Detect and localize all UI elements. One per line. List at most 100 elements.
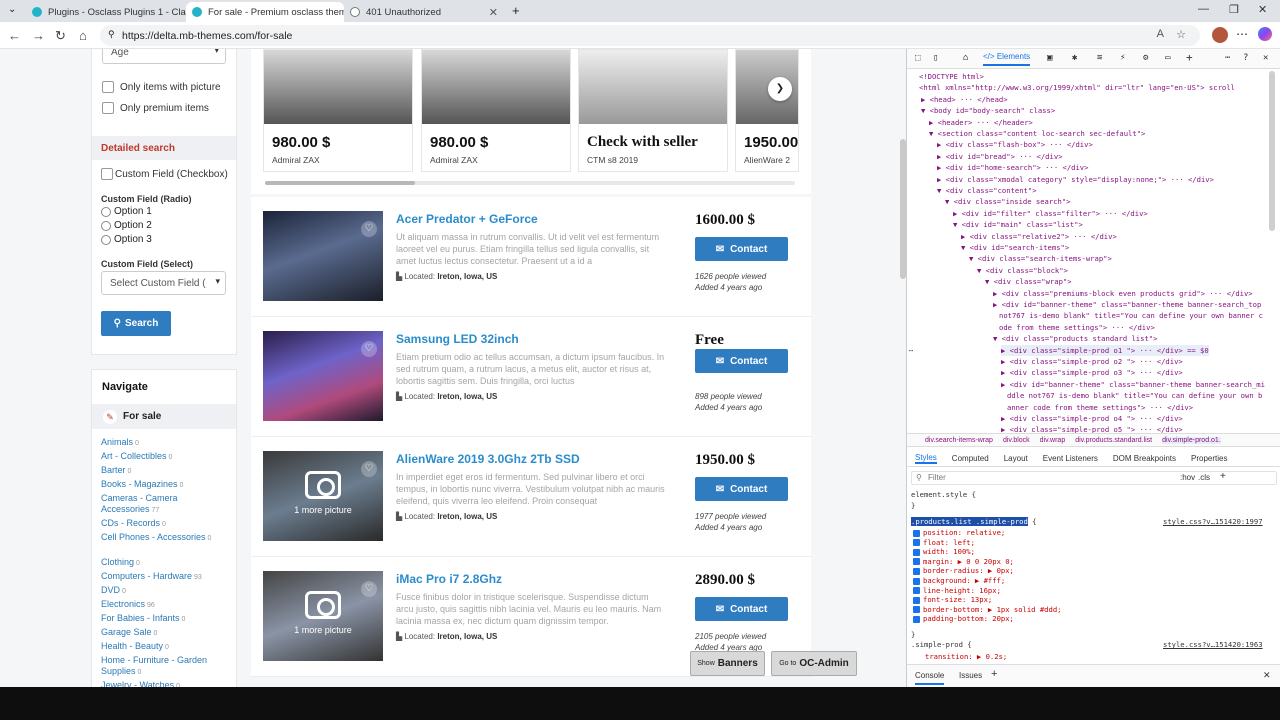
dom-node[interactable]: ▶ <div class="relative2"> ··· </div> xyxy=(961,231,1117,242)
custom-select[interactable]: Select Custom Field ( ▾ xyxy=(101,271,226,295)
property-checkbox[interactable] xyxy=(913,548,920,556)
only-premium-checkbox[interactable]: Only premium items xyxy=(102,102,209,114)
property-checkbox[interactable] xyxy=(913,577,920,585)
styles-tab[interactable]: Computed xyxy=(952,454,989,463)
radio-circle[interactable] xyxy=(101,220,111,231)
copilot-icon[interactable] xyxy=(1258,27,1272,41)
carousel-image[interactable] xyxy=(264,50,412,124)
sidebar-category[interactable]: CDs - Records 0 xyxy=(101,518,213,530)
carousel-item[interactable]: Check with seller CTM s8 2019 xyxy=(578,49,728,172)
checkbox-box[interactable] xyxy=(101,168,113,180)
only-picture-checkbox[interactable]: Only items with picture xyxy=(102,81,221,93)
carousel-next-icon[interactable]: ❯ xyxy=(768,77,792,101)
dom-node[interactable]: ▶ <div id="banner-theme" class="banner-t… xyxy=(993,299,1261,310)
carousel-scrollbar[interactable] xyxy=(265,181,795,185)
styles-tab[interactable]: DOM Breakpoints xyxy=(1113,454,1176,463)
add-rule-icon[interactable]: + xyxy=(1220,471,1226,483)
tab-elements[interactable]: </> Elements xyxy=(983,52,1031,66)
tab-list-icon[interactable]: ⌄ xyxy=(8,4,16,15)
sidebar-category[interactable]: Computers - Hardware 93 xyxy=(101,571,213,583)
property-checkbox[interactable] xyxy=(913,587,920,595)
age-select[interactable]: Age ▾ xyxy=(102,49,226,64)
contact-button[interactable]: ✉ Contact xyxy=(695,597,788,621)
listing-title[interactable]: Acer Predator + GeForce xyxy=(396,212,538,226)
hov-toggle[interactable]: :hov xyxy=(1180,472,1195,484)
maximize-icon[interactable]: ❐ xyxy=(1229,3,1239,16)
dom-node[interactable]: ▼ <div class="block"> xyxy=(977,265,1068,276)
dom-node[interactable]: ▼ <section class="content loc-search sec… xyxy=(929,128,1145,139)
dom-scrollbar[interactable] xyxy=(1269,71,1275,231)
styles-tab[interactable]: Layout xyxy=(1004,454,1028,463)
console-icon[interactable]: ▣ xyxy=(1047,53,1052,63)
help-icon[interactable]: ? xyxy=(1243,53,1248,63)
carousel-image[interactable] xyxy=(422,50,570,124)
carousel-item[interactable]: 1950.00 AlienWare 2 xyxy=(735,49,799,172)
listing-image[interactable]: ♡ 1 more picture xyxy=(263,571,383,661)
property-checkbox[interactable] xyxy=(913,606,920,614)
property-checkbox[interactable] xyxy=(913,567,920,575)
dom-node[interactable]: <!DOCTYPE html> xyxy=(919,71,984,82)
contact-button[interactable]: ✉ Contact xyxy=(695,349,788,373)
listing-title[interactable]: Samsung LED 32inch xyxy=(396,332,519,346)
dom-node[interactable]: ▼ <div id="search-items"> xyxy=(961,242,1069,253)
forward-icon[interactable]: → xyxy=(32,28,45,43)
element-style-rule[interactable]: element.style { xyxy=(911,489,976,500)
dom-node[interactable]: ode from theme settings"> ··· </div> xyxy=(999,322,1155,333)
heart-icon[interactable]: ♡ xyxy=(361,221,377,237)
search-button[interactable]: ⚲ Search xyxy=(101,311,171,336)
breadcrumb-item[interactable]: div.wrap xyxy=(1040,437,1066,444)
device-icon[interactable]: ▯ xyxy=(933,53,938,63)
add-drawer-icon[interactable]: + xyxy=(991,668,997,680)
for-sale-category[interactable]: ✎ For sale xyxy=(92,404,236,429)
property-checkbox[interactable] xyxy=(913,529,920,537)
property-checkbox[interactable] xyxy=(913,539,920,547)
dom-node[interactable]: ▼ <div id="main" class="list"> xyxy=(953,219,1083,230)
radio-circle[interactable] xyxy=(101,234,111,245)
carousel-title[interactable]: CTM s8 2019 xyxy=(579,151,727,169)
custom-checkbox[interactable]: Custom Field (Checkbox) xyxy=(101,168,228,180)
sidebar-category[interactable]: Health - Beauty 0 xyxy=(101,641,213,653)
sidebar-category[interactable]: Art - Collectibles 0 xyxy=(101,451,213,463)
avatar[interactable] xyxy=(1212,27,1228,43)
sidebar-category[interactable]: Garage Sale 0 xyxy=(101,627,213,639)
add-panel-icon[interactable]: + xyxy=(1186,51,1193,64)
radio-option-3[interactable]: Option 3 xyxy=(101,234,152,245)
radio-circle[interactable] xyxy=(101,206,111,217)
css-source-link[interactable]: style.css?v…151420:1997 xyxy=(1163,516,1263,527)
memory-icon[interactable]: ⚙ xyxy=(1143,53,1148,63)
dom-node[interactable]: ▼ <div class="products standard list"> xyxy=(993,333,1157,344)
sidebar-category[interactable]: Cell Phones - Accessories 0 xyxy=(101,532,213,544)
dom-node[interactable]: ddle not767 is-demo blank" title="You ca… xyxy=(1007,390,1262,401)
css-property[interactable]: transition: ▶ 0.2s; xyxy=(925,651,1007,662)
css-property[interactable]: padding-bottom: 20px; xyxy=(913,613,1014,624)
cls-toggle[interactable]: .cls xyxy=(1198,472,1210,484)
dom-node[interactable]: ▶ <head> ··· </head> xyxy=(921,94,1008,105)
issues-tab[interactable]: Issues xyxy=(959,671,982,680)
dom-node[interactable]: ▶ <div class="simple-prod o4 "> ··· </di… xyxy=(1001,413,1183,424)
dom-node[interactable]: ▼ <div class="inside search"> xyxy=(945,196,1071,207)
site-info-icon[interactable]: ⚲ xyxy=(108,29,115,40)
sidebar-category[interactable]: Electronics 96 xyxy=(101,599,213,611)
oc-admin-button[interactable]: Go to OC-Admin xyxy=(771,651,857,676)
listing-title[interactable]: iMac Pro i7 2.8Ghz xyxy=(396,572,502,586)
dom-node[interactable]: ▶ <div class="flash-box"> ··· </div> xyxy=(937,139,1093,150)
dom-node[interactable]: ▶ <header> ··· </header> xyxy=(929,117,1033,128)
contact-button[interactable]: ✉ Contact xyxy=(695,237,788,261)
css-rule-selector[interactable]: .products.list .simple-prod { xyxy=(911,516,1037,527)
property-checkbox[interactable] xyxy=(913,558,920,566)
close-devtools-icon[interactable]: ✕ xyxy=(1263,53,1268,63)
favorite-star-icon[interactable]: ☆ xyxy=(1176,28,1186,41)
checkbox-box[interactable] xyxy=(102,81,114,93)
property-checkbox[interactable] xyxy=(913,615,920,623)
tab-plugins[interactable]: Plugins - Osclass Plugins 1 - Clas ✕ xyxy=(26,2,186,22)
close-drawer-icon[interactable]: ✕ xyxy=(1263,670,1271,681)
css-rule-selector-2[interactable]: .simple-prod { xyxy=(911,639,972,650)
carousel-title[interactable]: Admiral ZAX xyxy=(264,151,412,169)
dom-node[interactable]: ▶ <div id="home-search"> ··· </div> xyxy=(937,162,1088,173)
styles-tab[interactable]: Event Listeners xyxy=(1043,454,1098,463)
performance-icon[interactable]: ⚡ xyxy=(1120,53,1125,63)
heart-icon[interactable]: ♡ xyxy=(361,581,377,597)
dom-node[interactable]: ▼ <body id="body-search" class> xyxy=(921,105,1055,116)
radio-option-2[interactable]: Option 2 xyxy=(101,220,152,231)
carousel-scroll-thumb[interactable] xyxy=(265,181,415,185)
